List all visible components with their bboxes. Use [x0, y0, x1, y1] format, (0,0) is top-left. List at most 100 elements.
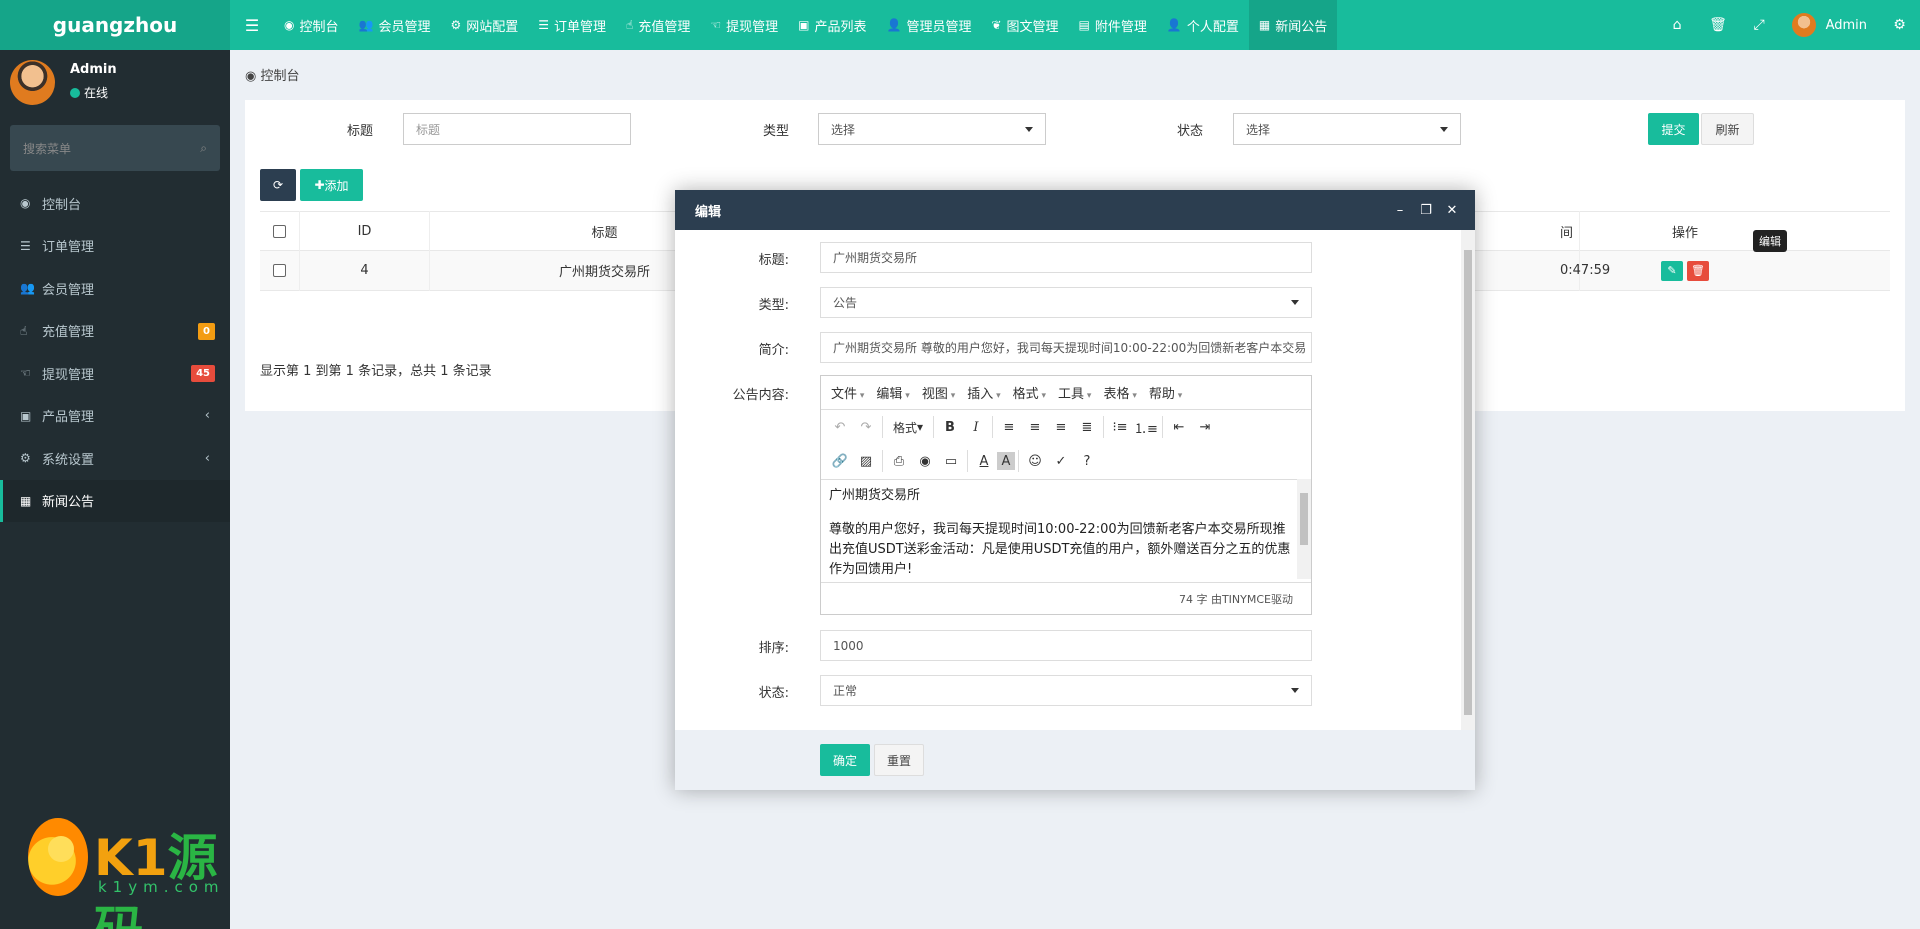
edit-modal: 编辑 – ❐ ✕ 标题: 广州期货交易所 类型: 公告 简介: 广州期货交易所 …	[675, 190, 1475, 790]
filter-type-select[interactable]: 选择	[818, 113, 1046, 145]
filter-title-label: 标题	[347, 124, 374, 139]
select-value: 选择	[1246, 122, 1271, 137]
nav-articles[interactable]: ❦ 图文管理	[981, 0, 1068, 50]
nav-withdraw[interactable]: ☜ 提现管理	[700, 0, 788, 50]
nav-dashboard[interactable]: ◉ 控制台	[274, 0, 349, 50]
sidebar-item-settings[interactable]: ⚙ 系统设置 ‹	[0, 437, 230, 480]
clear-cache-button[interactable]: 🗑	[1698, 0, 1739, 50]
select-value: 正常	[833, 684, 858, 698]
toolbar-divider	[882, 416, 883, 438]
nav-profile[interactable]: 👤 个人配置	[1157, 0, 1249, 50]
help-icon[interactable]: ?	[1074, 448, 1100, 474]
settings-button[interactable]: ⚙	[1879, 0, 1920, 50]
format-dropdown[interactable]: 格式 ▾	[886, 414, 930, 440]
background-color-icon[interactable]: A	[997, 452, 1015, 470]
nav-members[interactable]: 👥 会员管理	[349, 0, 441, 50]
image-icon[interactable]: ▨	[853, 448, 879, 474]
reset-button[interactable]: 刷新	[1701, 113, 1754, 145]
intro-field-label: 简介:	[758, 343, 789, 358]
filter-status-select[interactable]: 选择	[1233, 113, 1461, 145]
sort-field[interactable]: 1000	[820, 630, 1312, 661]
list-icon: ☰	[538, 18, 550, 32]
reset-form-button[interactable]: 重置	[874, 744, 924, 776]
online-status: 在线	[70, 84, 108, 101]
sidebar-item-products[interactable]: ▣ 产品管理 ‹	[0, 395, 230, 438]
text-color-icon[interactable]: A	[971, 448, 997, 474]
select-all-checkbox[interactable]	[273, 224, 286, 238]
editor-menu-edit[interactable]: 编辑	[876, 383, 909, 402]
add-button[interactable]: ✚ 添加	[300, 169, 363, 201]
undo-icon[interactable]: ↶	[827, 414, 853, 440]
indent-icon[interactable]: ⇥	[1192, 414, 1218, 440]
align-justify-icon[interactable]: ≣	[1074, 414, 1100, 440]
emoticons-icon[interactable]: ☺	[1022, 448, 1048, 474]
sidebar-item-members[interactable]: 👥 会员管理	[0, 267, 230, 310]
sidebar-item-news[interactable]: ▦ 新闻公告	[0, 479, 230, 522]
align-right-icon[interactable]: ≡	[1048, 414, 1074, 440]
confirm-button[interactable]: 确定	[820, 744, 870, 776]
editor-menu-file[interactable]: 文件	[831, 383, 864, 402]
editor-menu-format[interactable]: 格式	[1013, 383, 1046, 402]
italic-icon[interactable]: I	[963, 414, 989, 440]
media-icon[interactable]: ▭	[938, 448, 964, 474]
align-left-icon[interactable]: ≡	[996, 414, 1022, 440]
numbered-list-icon[interactable]: ⒈≡	[1133, 414, 1159, 440]
outdent-icon[interactable]: ⇤	[1166, 414, 1192, 440]
sidebar-toggle-button[interactable]: ☰	[230, 0, 274, 50]
search-icon: ⌕	[200, 140, 207, 155]
column-header-id[interactable]: ID	[300, 211, 430, 251]
refresh-button[interactable]: ⟳	[260, 169, 296, 201]
logo[interactable]: guangzhou	[0, 0, 230, 50]
refresh-icon: ⟳	[272, 178, 284, 192]
spellcheck-icon[interactable]: ✓	[1048, 448, 1074, 474]
bullet-list-icon[interactable]: ⁝≡	[1107, 414, 1133, 440]
user-menu[interactable]: Admin	[1780, 0, 1879, 50]
title-field[interactable]: 广州期货交易所	[820, 242, 1312, 273]
filter-title-input[interactable]: 标题	[403, 113, 631, 145]
edit-button[interactable]: ✎	[1661, 260, 1683, 281]
row-checkbox[interactable]	[273, 264, 286, 277]
status-select[interactable]: 正常	[820, 675, 1312, 706]
sidebar-item-dashboard[interactable]: ◉ 控制台	[0, 182, 230, 225]
redo-icon[interactable]: ↷	[853, 414, 879, 440]
nav-news[interactable]: ▦ 新闻公告	[1248, 0, 1338, 50]
nav-products[interactable]: ▣ 产品列表	[788, 0, 876, 50]
nav-orders[interactable]: ☰ 订单管理	[528, 0, 616, 50]
editor-scrollbar[interactable]	[1297, 479, 1311, 579]
scrollbar-thumb[interactable]	[1464, 250, 1472, 715]
nav-attachments[interactable]: ▤ 附件管理	[1069, 0, 1157, 50]
align-center-icon[interactable]: ≡	[1022, 414, 1048, 440]
maximize-button[interactable]: ❐	[1413, 203, 1439, 218]
type-field-label: 类型:	[758, 298, 789, 313]
breadcrumb-label[interactable]: 控制台	[260, 69, 299, 84]
editor-menu-view[interactable]: 视图	[922, 383, 955, 402]
delete-button[interactable]: 🗑	[1687, 260, 1709, 281]
sidebar-item-withdraw[interactable]: ☜ 提现管理 45	[0, 352, 230, 395]
type-select[interactable]: 公告	[820, 287, 1312, 318]
editor-menu-tools[interactable]: 工具	[1058, 383, 1091, 402]
intro-field[interactable]: 广州期货交易所 尊敬的用户您好，我司每天提现时间10:00-22:00为回馈新老…	[820, 332, 1312, 363]
editor-menu-table[interactable]: 表格	[1103, 383, 1136, 402]
close-button[interactable]: ✕	[1439, 203, 1465, 218]
user-icon: 👤	[886, 18, 902, 32]
link-icon[interactable]: 🔗	[827, 448, 853, 474]
sidebar-search-input[interactable]: 搜索菜单 ⌕	[10, 125, 220, 171]
sidebar-item-orders[interactable]: ☰ 订单管理	[0, 225, 230, 268]
cell-id: 4	[300, 250, 430, 291]
home-button[interactable]: ⌂	[1657, 0, 1698, 50]
editor-menu-insert[interactable]: 插入	[967, 383, 1000, 402]
nav-site-config[interactable]: ⚙ 网站配置	[440, 0, 528, 50]
print-icon[interactable]: ⎙	[886, 448, 912, 474]
modal-scrollbar[interactable]	[1461, 230, 1475, 730]
scrollbar-thumb[interactable]	[1300, 493, 1308, 545]
editor-content-area[interactable]: 广州期货交易所 尊敬的用户您好，我司每天提现时间10:00-22:00为回馈新老…	[821, 479, 1299, 579]
nav-admins[interactable]: 👤 管理员管理	[877, 0, 982, 50]
preview-icon[interactable]: ◉	[912, 448, 938, 474]
editor-menu-help[interactable]: 帮助	[1149, 383, 1182, 402]
minimize-button[interactable]: –	[1387, 203, 1413, 218]
fullscreen-button[interactable]: ⤢	[1739, 0, 1780, 50]
sidebar-item-recharge[interactable]: ☝ 充值管理 0	[0, 310, 230, 353]
nav-recharge[interactable]: ☝ 充值管理	[616, 0, 700, 50]
bold-icon[interactable]: B	[937, 414, 963, 440]
submit-button[interactable]: 提交	[1648, 113, 1699, 145]
